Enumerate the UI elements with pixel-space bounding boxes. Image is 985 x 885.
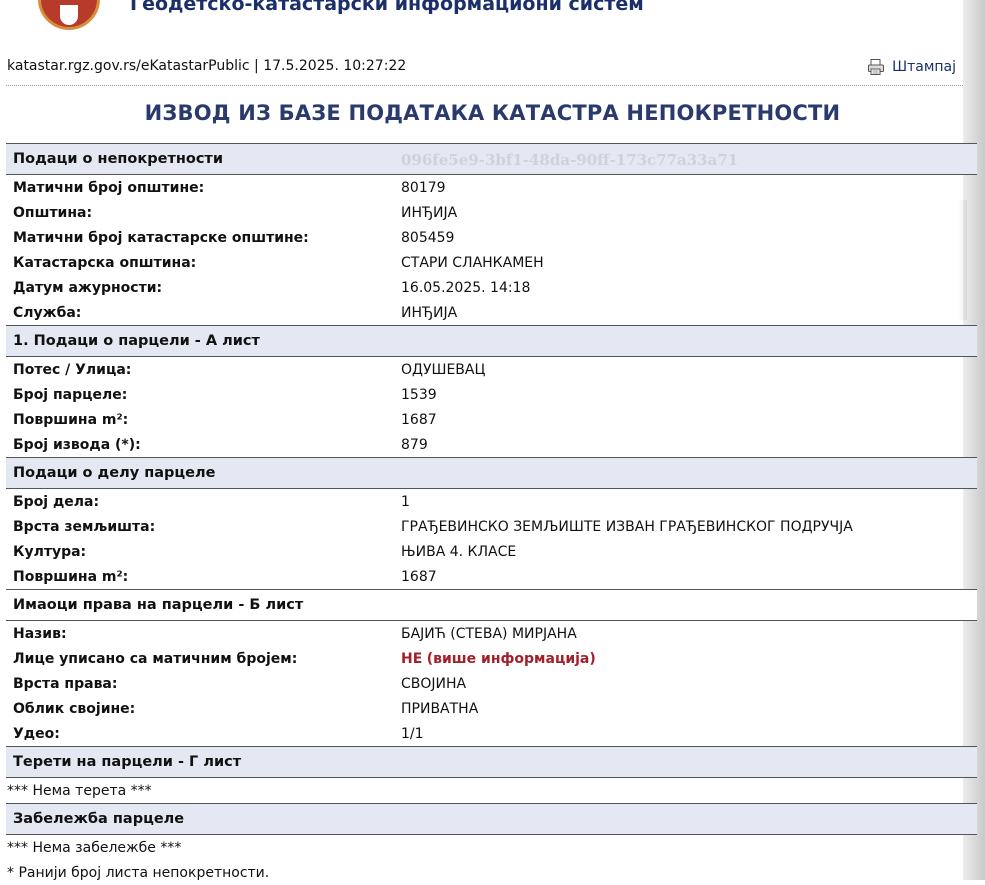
row-value: 1 (401, 493, 410, 510)
data-row: Култура: ЊИВА 4. КЛАСЕ (6, 539, 977, 564)
data-row: Број дела: 1 (6, 489, 977, 514)
row-label: Број извода (*): (13, 436, 141, 453)
row-value: СТАРИ СЛАНКАМЕН (401, 254, 544, 271)
remarks-note: *** Нема забележбе *** (7, 839, 182, 856)
section-title: Подаци о непокретности (13, 151, 223, 167)
data-row: Број парцеле: 1539 (6, 382, 977, 407)
row-label: Облик својине: (13, 700, 136, 717)
data-row: Матични број општине: 80179 (6, 175, 977, 200)
row-label: Матични број општине: (13, 179, 205, 196)
data-row: Удео: 1/1 (6, 721, 977, 746)
data-row: Катастарска општина: СТАРИ СЛАНКАМЕН (6, 250, 977, 275)
row-value: 80179 (401, 179, 446, 196)
section-title: Имаоци права на парцели - Б лист (13, 597, 304, 613)
app-header: Геодетско-катастарски информациони систе… (0, 0, 963, 30)
row-value: 1/1 (401, 725, 424, 742)
property-id: 096fe5e9-3bf1-48da-90ff-173c77a33a71 (401, 151, 739, 169)
data-row: Назив: БАЈИЋ (СТЕВА) МИРЈАНА (6, 621, 977, 646)
registered-status: НЕ (401, 650, 423, 667)
row-value: ИНЂИЈА (401, 304, 458, 321)
row-value: ОДУШЕВАЦ (401, 361, 486, 378)
more-info-link[interactable]: (више информација) (427, 651, 596, 667)
row-value: ИНЂИЈА (401, 204, 458, 221)
section-burdens-header: Терети на парцели - Г лист (6, 746, 977, 778)
row-label: Површина m²: (13, 568, 129, 585)
row-label: Катастарска општина: (13, 254, 197, 271)
data-row: Површина m²: 1687 (6, 407, 977, 432)
row-label: Назив: (13, 625, 67, 642)
row-value: СВОЈИНА (401, 675, 467, 692)
data-row: Број извода (*): 879 (6, 432, 977, 457)
section-title: Терети на парцели - Г лист (13, 754, 242, 770)
document-title: ИЗВОД ИЗ БАЗЕ ПОДАТАКА КАТАСТРА НЕПОКРЕТ… (144, 101, 841, 125)
row-label: Врста права: (13, 675, 118, 692)
row-label: Број парцеле: (13, 386, 128, 403)
burdens-note: *** Нема терета *** (7, 782, 152, 799)
section-parcel-part-header: Подаци о делу парцеле (6, 457, 977, 489)
row-label: Удео: (13, 725, 60, 742)
row-value: ЊИВА 4. КЛАСЕ (401, 543, 517, 560)
data-row: Врста земљишта: ГРАЂЕВИНСКО ЗЕМЉИШТЕ ИЗВА… (6, 514, 977, 539)
owner-name: БАЈИЋ (СТЕВА) МИРЈАНА (401, 625, 577, 642)
data-row: Датум ажурности: 16.05.2025. 14:18 (6, 275, 977, 300)
row-value: ГРАЂЕВИНСКО ЗЕМЉИШТЕ ИЗВАН ГРАЂЕВИНСКОГ … (401, 518, 853, 535)
data-row: Служба: ИНЂИЈА (6, 300, 977, 325)
data-row: Облик својине: ПРИВАТНА (6, 696, 977, 721)
footnote: * Ранији број листа непокретности. (7, 864, 270, 881)
row-value: 16.05.2025. 14:18 (401, 279, 531, 296)
data-row: Лице уписано са матичним бројем: НЕ (виш… (6, 646, 977, 671)
section-title: 1. Подаци о парцели - А лист (13, 333, 260, 349)
section-title: Подаци о делу парцеле (13, 465, 216, 481)
row-label: Лице уписано са матичним бројем: (13, 650, 298, 667)
row-label: Служба: (13, 304, 82, 321)
print-button[interactable]: Штампај (867, 58, 956, 76)
section-property-header: Подаци о непокретности 096fe5e9-3bf1-48d… (6, 143, 977, 175)
divider (6, 85, 963, 86)
section-title: Забележба парцеле (13, 811, 185, 827)
source-url-timestamp: katastar.rgz.gov.rs/eKatastarPublic | 17… (7, 58, 407, 74)
row-value: 1687 (401, 568, 437, 585)
row-label: Општина: (13, 204, 93, 221)
section-owners-header: Имаоци права на парцели - Б лист (6, 589, 977, 621)
row-label: Матични број катастарске општине: (13, 229, 309, 246)
app-title: Геодетско-катастарски информациони систе… (130, 0, 644, 15)
row-label: Врста земљишта: (13, 518, 156, 535)
section-parcel-header: 1. Подаци о парцели - А лист (6, 325, 977, 357)
row-value: 1539 (401, 386, 437, 403)
row-label: Површина m²: (13, 411, 129, 428)
row-label: Датум ажурности: (13, 279, 163, 296)
section-remarks-header: Забележба парцеле (6, 803, 977, 835)
row-label: Број дела: (13, 493, 100, 510)
coat-of-arms-logo (38, 0, 100, 30)
row-value: 879 (401, 436, 428, 453)
row-value: 805459 (401, 229, 455, 246)
data-row: Општина: ИНЂИЈА (6, 200, 977, 225)
row-label: Култура: (13, 543, 87, 560)
data-row: Површина m²: 1687 (6, 564, 977, 589)
row-value: ПРИВАТНА (401, 700, 479, 717)
printer-icon (868, 59, 885, 75)
data-row: Врста права: СВОЈИНА (6, 671, 977, 696)
data-row: Потес / Улица: ОДУШЕВАЦ (6, 357, 977, 382)
data-row: Матични број катастарске општине: 805459 (6, 225, 977, 250)
row-label: Потес / Улица: (13, 361, 132, 378)
source-line: katastar.rgz.gov.rs/eKatastarPublic | 17… (7, 58, 962, 76)
row-value: 1687 (401, 411, 437, 428)
extract-document: Подаци о непокретности 096fe5e9-3bf1-48d… (6, 143, 977, 885)
print-label: Штампај (892, 59, 956, 75)
